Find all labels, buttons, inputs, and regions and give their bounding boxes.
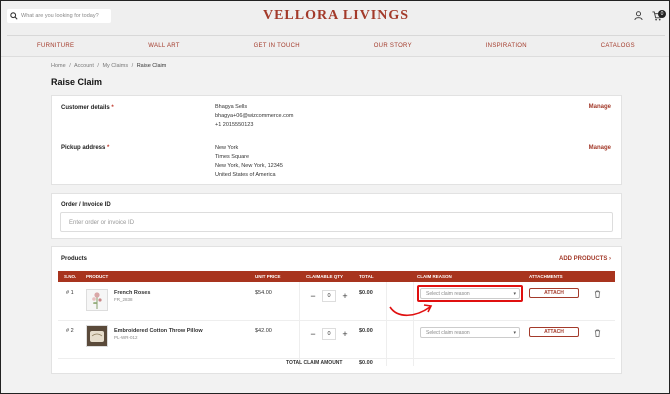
nav-wall-art[interactable]: WALL ART	[148, 43, 180, 49]
col-unit-price: UNIT PRICE	[255, 274, 281, 279]
breadcrumb-separator: /	[97, 63, 99, 69]
nav-our-story[interactable]: OUR STORY	[374, 43, 412, 49]
browser-frame: What are you looking for today? VELLORA …	[0, 0, 670, 394]
row-total: $0.00	[359, 328, 373, 334]
customer-manage-link[interactable]: Manage	[589, 104, 611, 110]
total-claim-amount-label: TOTAL CLAIM AMOUNT	[286, 360, 343, 366]
trash-icon[interactable]	[594, 329, 601, 337]
user-icon[interactable]	[634, 11, 643, 21]
breadcrumb-my-claims[interactable]: My Claims	[102, 63, 128, 69]
details-card: Customer details * Bhagya Sells bhagya+0…	[51, 95, 622, 185]
brand-logo[interactable]: VELLORA LIVINGS	[1, 8, 669, 24]
row-total: $0.00	[359, 290, 373, 296]
quantity-stepper[interactable]: − 0 +	[307, 289, 351, 303]
product-thumbnail	[86, 325, 108, 347]
table-row: # 1 French Roses FR_2838 $54.00 − 0 + $0…	[58, 283, 615, 321]
unit-price: $42.00	[255, 328, 272, 334]
breadcrumb-account[interactable]: Account	[74, 63, 94, 69]
row-sno: # 1	[66, 290, 74, 296]
breadcrumb-home[interactable]: Home	[51, 63, 66, 69]
annotation-arrow-icon	[389, 304, 433, 317]
col-sno: S.NO.	[64, 274, 77, 279]
customer-details-text: Bhagya Sells bhagya+06@wizcommerce.com +…	[215, 104, 294, 128]
products-card: Products ADD PRODUCTS › S.NO. PRODUCT UN…	[51, 246, 622, 374]
nav-catalogs[interactable]: CATALOGS	[601, 43, 635, 49]
main-nav: FURNITURE WALL ART GET IN TOUCH OUR STOR…	[7, 35, 665, 55]
col-product: PRODUCT	[86, 274, 109, 279]
product-name[interactable]: Embroidered Cotton Throw Pillow	[114, 328, 203, 334]
total-claim-amount-value: $0.00	[359, 360, 373, 366]
qty-value[interactable]: 0	[322, 290, 336, 302]
qty-value[interactable]: 0	[322, 328, 336, 340]
breadcrumb-separator: /	[69, 63, 71, 69]
pickup-manage-link[interactable]: Manage	[589, 145, 611, 151]
product-sku: PL-WR-012	[114, 335, 138, 340]
qty-decrement-button[interactable]: −	[307, 328, 319, 340]
pickup-address-label: Pickup address *	[61, 145, 110, 151]
attach-button[interactable]: ATTACH	[529, 288, 579, 298]
breadcrumb: Home / Account / My Claims / Raise Claim	[51, 63, 168, 69]
attach-button[interactable]: ATTACH	[529, 327, 579, 337]
trash-icon[interactable]	[594, 290, 601, 298]
quantity-stepper[interactable]: − 0 +	[307, 327, 351, 341]
breadcrumb-separator: /	[131, 63, 134, 69]
order-id-label: Order / Invoice ID	[61, 202, 111, 208]
product-thumbnail	[86, 289, 108, 311]
product-sku: FR_2838	[114, 297, 133, 302]
add-products-link[interactable]: ADD PRODUCTS ›	[559, 256, 611, 262]
unit-price: $54.00	[255, 290, 272, 296]
qty-decrement-button[interactable]: −	[307, 290, 319, 302]
site-header: What are you looking for today? VELLORA …	[1, 1, 669, 57]
claim-reason-select[interactable]: Select claim reason	[420, 327, 520, 338]
col-attachments: ATTACHMENTS	[529, 274, 563, 279]
products-table-header: S.NO. PRODUCT UNIT PRICE CLAIMABLE QTY T…	[58, 271, 615, 282]
order-card: Order / Invoice ID Enter order or invoic…	[51, 193, 622, 239]
nav-inspiration[interactable]: INSPIRATION	[486, 43, 527, 49]
qty-increment-button[interactable]: +	[339, 328, 351, 340]
breadcrumb-current: Raise Claim	[136, 63, 167, 69]
cart-count-badge: 0	[658, 10, 666, 18]
pickup-address-text: New York Times Square New York, New York…	[215, 145, 283, 178]
col-claim-reason: CLAIM REASON	[417, 274, 452, 279]
customer-details-label: Customer details *	[61, 105, 114, 111]
col-total: TOTAL	[359, 274, 374, 279]
order-id-input[interactable]: Enter order or invoice ID	[60, 212, 613, 232]
nav-get-in-touch[interactable]: GET IN TOUCH	[254, 43, 300, 49]
product-name[interactable]: French Roses	[114, 290, 150, 296]
col-claimable-qty: CLAIMABLE QTY	[306, 274, 343, 279]
products-label: Products	[61, 256, 88, 262]
table-row: # 2 Embroidered Cotton Throw Pillow PL-W…	[58, 321, 615, 359]
nav-furniture[interactable]: FURNITURE	[37, 43, 74, 49]
qty-increment-button[interactable]: +	[339, 290, 351, 302]
page-title: Raise Claim	[51, 77, 103, 87]
row-sno: # 2	[66, 328, 74, 334]
